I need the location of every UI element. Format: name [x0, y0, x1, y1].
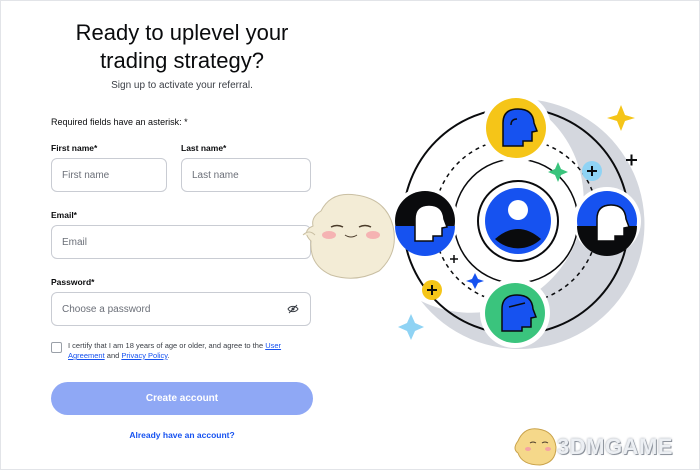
email-field[interactable] [51, 225, 311, 259]
password-field[interactable] [51, 292, 311, 326]
last-name-label: Last name* [181, 143, 227, 153]
privacy-policy-link[interactable]: Privacy Policy [121, 351, 167, 360]
eye-slash-icon[interactable] [286, 302, 300, 316]
head-node-bottom [480, 278, 550, 348]
page-title: Ready to uplevel your trading strategy? [51, 19, 313, 75]
mascot-sticker [302, 193, 395, 279]
sparkle-icon [607, 105, 635, 131]
first-name-field[interactable] [51, 158, 167, 192]
title-line-2: trading strategy? [100, 48, 264, 73]
certify-text-before: I certify that I am 18 years of age or o… [68, 341, 266, 350]
sparkle-icon [398, 314, 424, 340]
create-account-button[interactable]: Create account [51, 382, 313, 415]
certify-text: I certify that I am 18 years of age or o… [68, 341, 313, 361]
title-line-1: Ready to uplevel your [75, 20, 289, 45]
subtitle: Sign up to activate your referral. [111, 80, 253, 91]
password-input[interactable] [62, 303, 286, 315]
plus-icon [450, 255, 458, 263]
password-label: Password* [51, 277, 95, 287]
certify-text-middle: and [104, 351, 122, 360]
first-name-label: First name* [51, 143, 98, 153]
plus-icon [582, 161, 602, 181]
sparkle-icon [466, 273, 484, 289]
sparkle-icon [548, 162, 568, 182]
last-name-field[interactable] [181, 158, 311, 192]
email-label: Email* [51, 210, 77, 220]
watermark-text: 3DMGAME [557, 434, 673, 459]
email-input[interactable] [62, 236, 300, 248]
avatar-icon [477, 180, 559, 262]
required-fields-note: Required fields have an asterisk: * [51, 117, 188, 127]
certify-row: I certify that I am 18 years of age or o… [51, 341, 313, 361]
head-node-left [391, 187, 459, 256]
first-name-input[interactable] [62, 169, 156, 181]
certify-text-after: . [167, 351, 170, 360]
plus-icon [422, 280, 442, 300]
sign-in-link[interactable]: Already have an account? [51, 430, 313, 440]
head-node-top [481, 93, 551, 163]
last-name-input[interactable] [192, 169, 300, 181]
certify-checkbox[interactable] [51, 342, 62, 353]
signup-page: Ready to uplevel your trading strategy? … [0, 0, 700, 470]
